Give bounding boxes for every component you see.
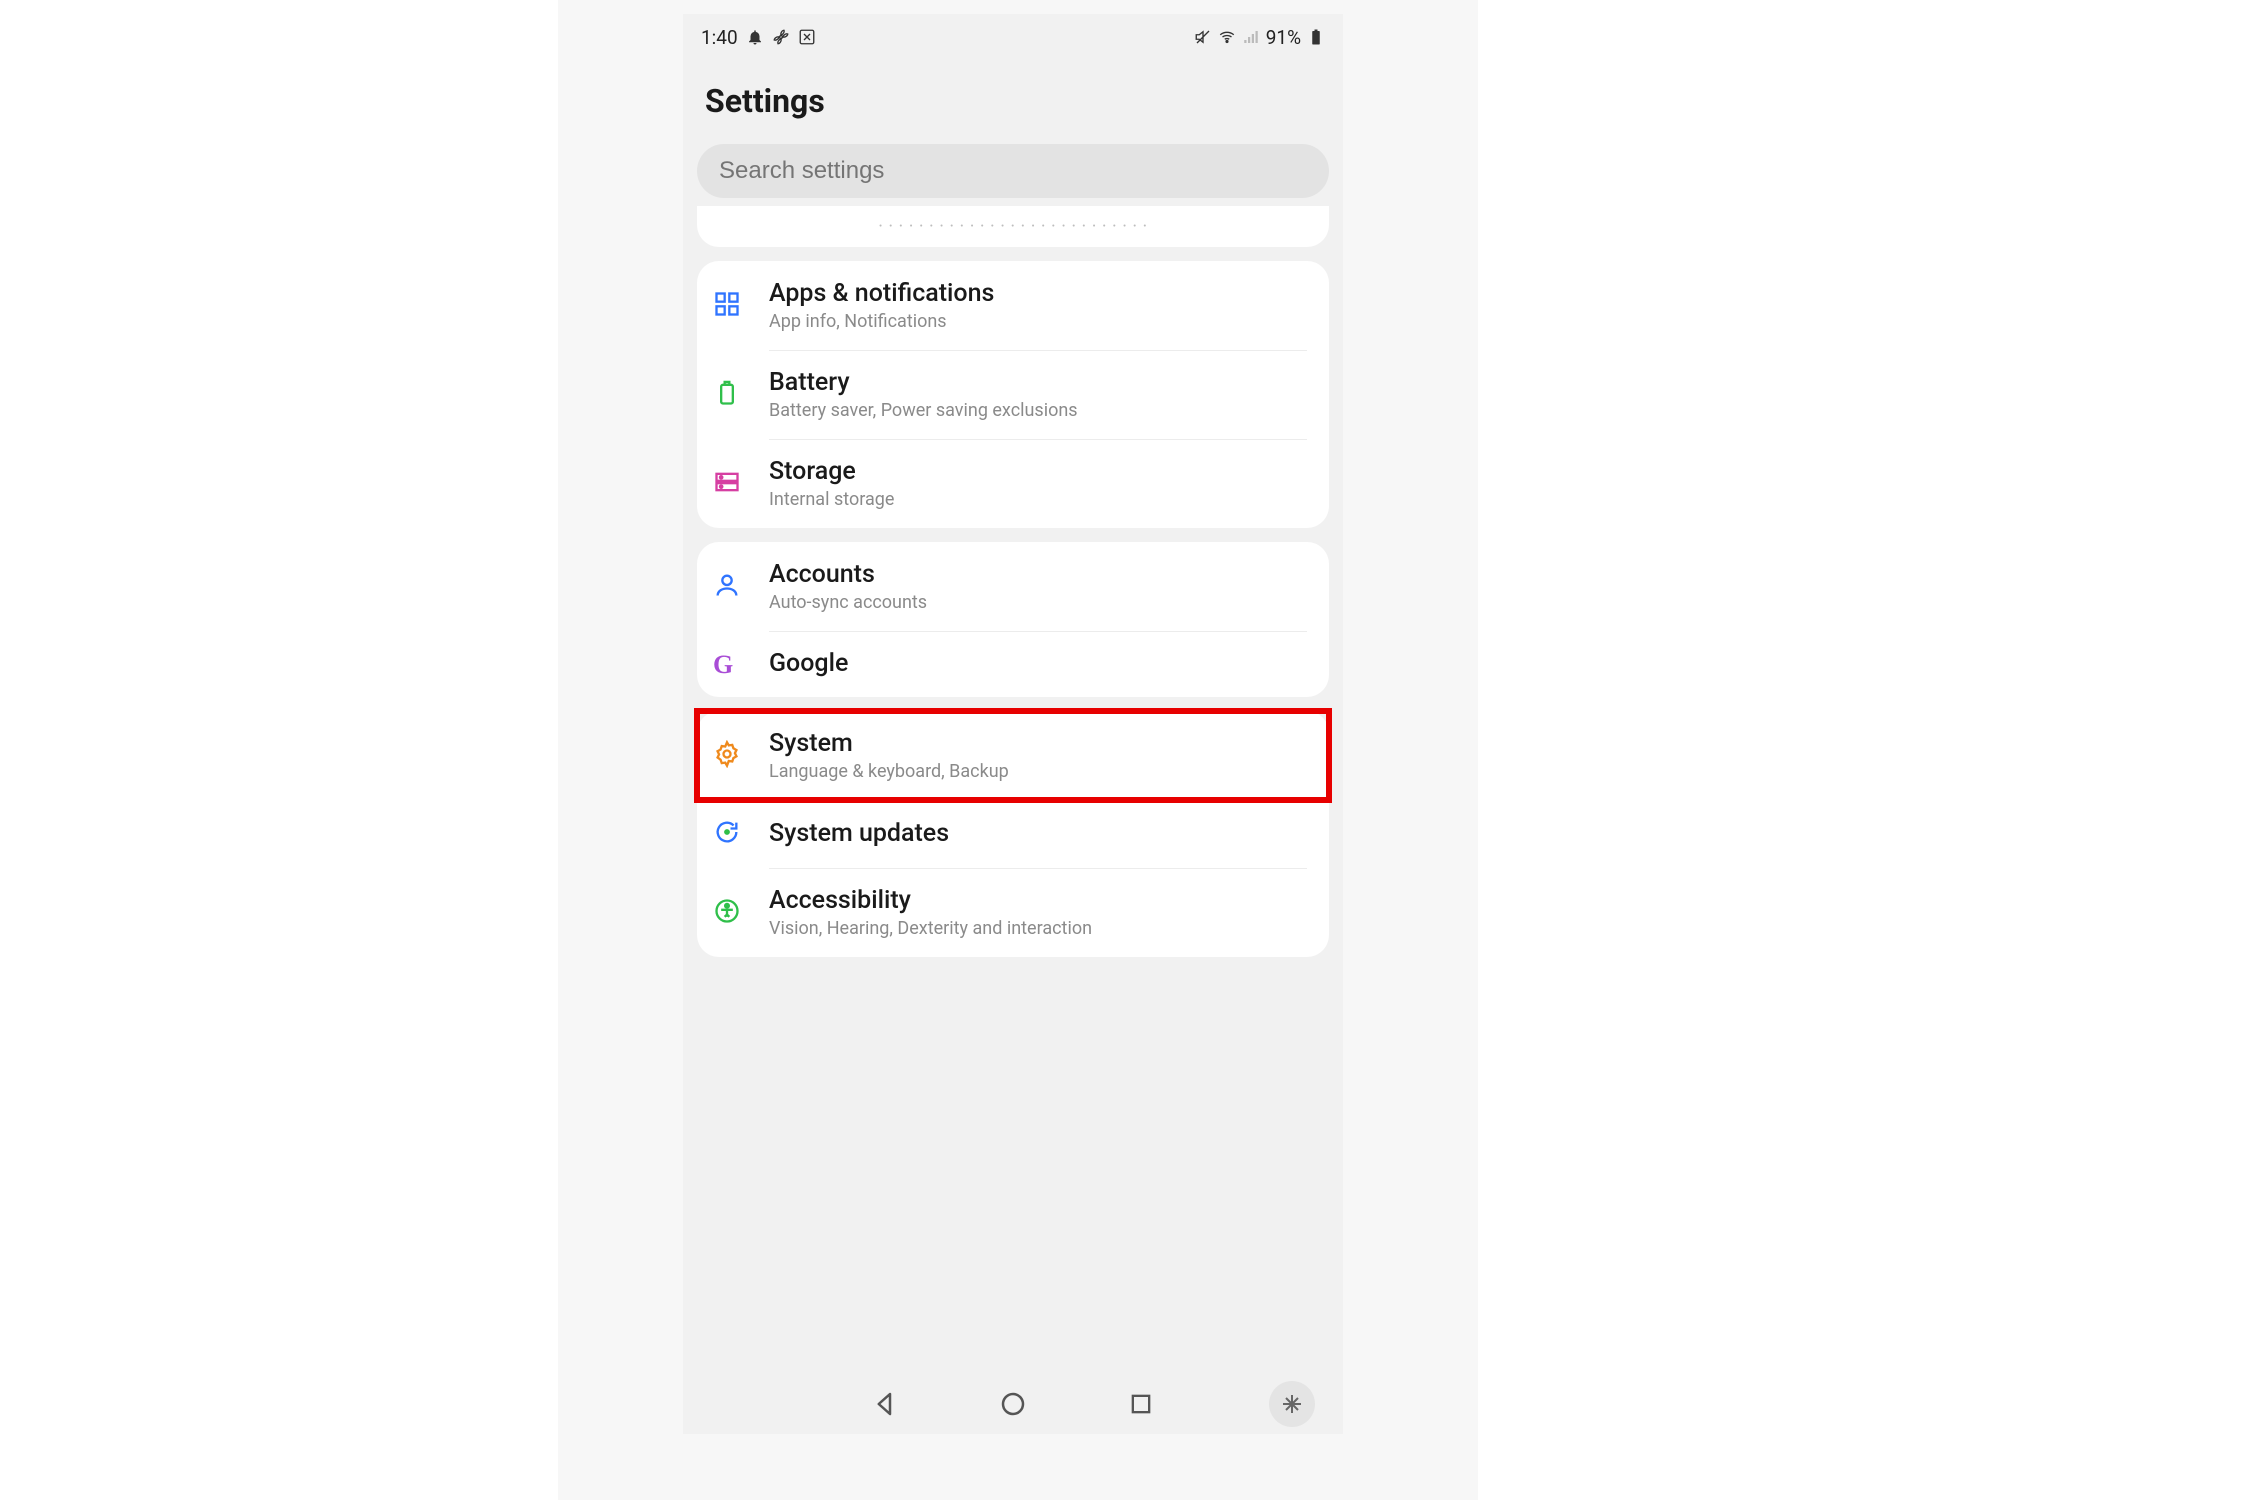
row-subtitle: App info, Notifications [769,311,1307,332]
search-bar[interactable] [697,144,1329,198]
wifi-icon [1218,28,1236,46]
mute-icon [1194,28,1212,46]
back-button[interactable] [866,1385,904,1423]
row-accessibility[interactable]: Accessibility Vision, Hearing, Dexterity… [697,868,1329,957]
row-title: Google [769,649,1307,679]
status-battery: 91% [1266,26,1301,49]
settings-group-apps: Apps & notifications App info, Notificat… [697,261,1329,528]
row-battery[interactable]: Battery Battery saver, Power saving excl… [697,350,1329,439]
row-title: Battery [769,368,1307,398]
settings-group-accounts: Accounts Auto-sync accounts G Google [697,542,1329,697]
previous-card-cut: · · · · · · · · · · · · · · · · · · · · … [697,206,1329,247]
signal-icon [1242,28,1260,46]
home-button[interactable] [994,1385,1032,1423]
row-google[interactable]: G Google [697,631,1329,697]
accessibility-icon [713,897,741,929]
row-title: System updates [769,819,1307,849]
bell-icon [746,28,764,46]
search-input[interactable] [719,157,1307,185]
status-bar: 1:40 [683,14,1343,54]
fan-icon [772,28,790,46]
row-title: Accounts [769,560,1307,590]
phone-frame: 1:40 [683,14,1343,1434]
row-title: Apps & notifications [769,279,1307,309]
storage-icon [713,468,741,500]
row-title: System [769,729,1307,759]
page-header: Settings [683,54,1343,134]
row-title: Accessibility [769,886,1307,916]
row-subtitle: Internal storage [769,489,1307,510]
row-title: Storage [769,457,1307,487]
grid-icon [713,290,741,322]
square-x-icon [798,28,816,46]
row-subtitle: Auto-sync accounts [769,592,1307,613]
extra-nav-button[interactable] [1269,1381,1315,1427]
nav-bar [683,1364,1343,1434]
row-accounts[interactable]: Accounts Auto-sync accounts [697,542,1329,631]
battery-icon [713,379,741,411]
update-icon [713,818,741,850]
row-apps-notifications[interactable]: Apps & notifications App info, Notificat… [697,261,1329,350]
battery-status-icon [1307,28,1325,46]
row-subtitle: Language & keyboard, Backup [769,761,1307,782]
recent-button[interactable] [1122,1385,1160,1423]
row-system-updates[interactable]: System updates [697,800,1329,868]
status-time: 1:40 [701,26,738,49]
gear-icon [713,740,741,772]
row-subtitle: Vision, Hearing, Dexterity and interacti… [769,918,1307,939]
google-icon: G [713,650,741,678]
row-subtitle: Battery saver, Power saving exclusions [769,400,1307,421]
page-title: Settings [705,82,1321,120]
row-system[interactable]: System Language & keyboard, Backup [697,711,1329,800]
accounts-icon [713,571,741,603]
settings-group-system: System Language & keyboard, Backup Syste… [697,711,1329,957]
row-storage[interactable]: Storage Internal storage [697,439,1329,528]
